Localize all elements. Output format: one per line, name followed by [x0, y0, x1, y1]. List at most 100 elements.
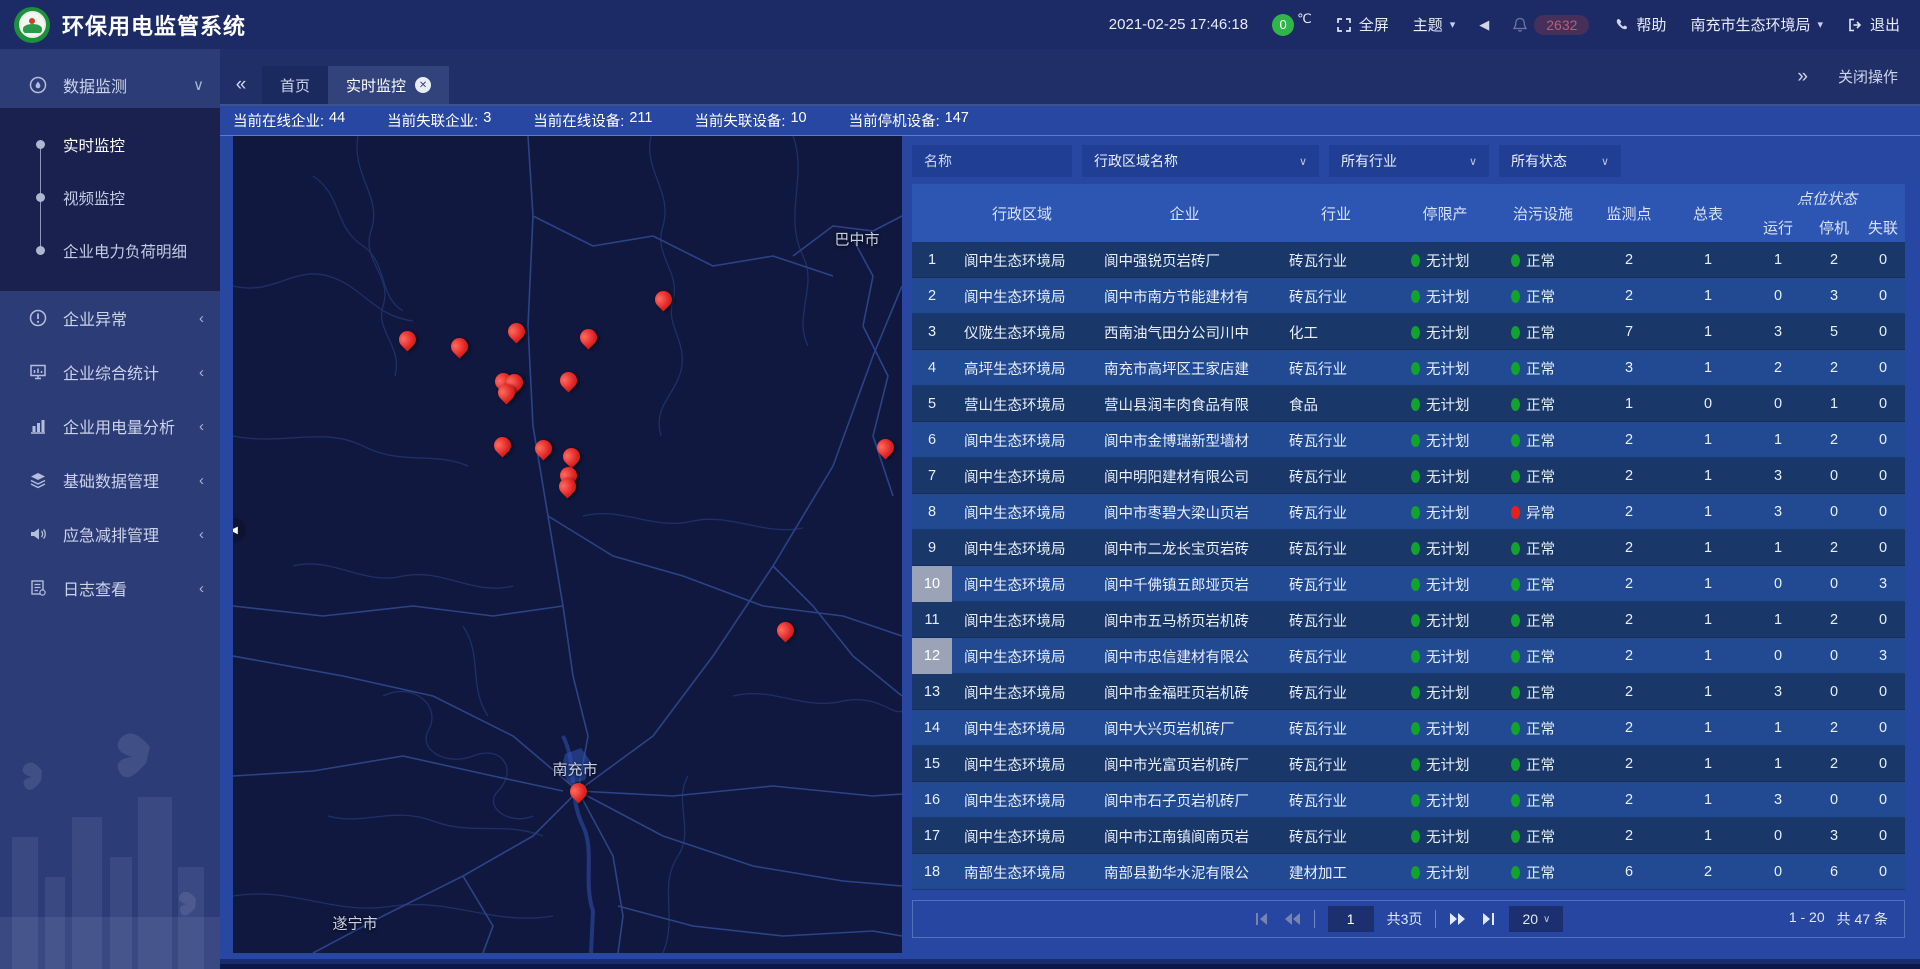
status-dot-icon — [1511, 578, 1520, 591]
cell-running: 1 — [1749, 432, 1807, 448]
page-number-input[interactable] — [1328, 906, 1374, 932]
cell-region: 仪陇生态环境局 — [952, 322, 1092, 343]
table-row[interactable]: 10 阆中生态环境局 阆中千佛镇五郎垭页岩 砖瓦行业 无计划 正常 2 1 0 … — [912, 566, 1905, 602]
mute-button[interactable]: ◀ — [1479, 17, 1489, 33]
table-row[interactable]: 2 阆中生态环境局 阆中市南方节能建材有 砖瓦行业 无计划 正常 2 1 0 3… — [912, 278, 1905, 314]
sidebar-item-power-load-detail[interactable]: 企业电力负荷明细 — [0, 224, 220, 277]
chevron-down-icon: ∨ — [193, 76, 204, 94]
tab-realtime-monitor[interactable]: 实时监控 ✕ — [328, 66, 449, 104]
fullscreen-button[interactable]: 全屏 — [1336, 14, 1389, 35]
theme-dropdown[interactable]: 主题 ▾ — [1413, 14, 1456, 35]
col-header-meters: 总表 — [1667, 184, 1749, 242]
table-row[interactable]: 18 南部生态环境局 南部县勤华水泥有限公 建材加工 无计划 正常 6 2 0 … — [912, 854, 1905, 890]
cell-meters: 0 — [1667, 396, 1749, 412]
cell-meters: 1 — [1667, 540, 1749, 556]
cell-points: 2 — [1591, 504, 1667, 520]
cell-limit-status: 无计划 — [1395, 358, 1495, 379]
sidebar-group-enterprise-stats[interactable]: 企业综合统计 ‹ — [0, 345, 220, 399]
table-row[interactable]: 4 高坪生态环境局 南充市高坪区王家店建 砖瓦行业 无计划 正常 3 1 2 2… — [912, 350, 1905, 386]
temperature-indicator: 0 ℃ — [1272, 14, 1312, 36]
cell-region: 阆中生态环境局 — [952, 574, 1092, 595]
status-dot-icon — [1411, 434, 1420, 447]
cell-points: 2 — [1591, 576, 1667, 592]
cell-pollution-status: 正常 — [1495, 682, 1591, 703]
col-header-offline: 失联 — [1861, 217, 1905, 238]
cell-pollution-status: 正常 — [1495, 610, 1591, 631]
table-row[interactable]: 8 阆中生态环境局 阆中市枣碧大梁山页岩 砖瓦行业 无计划 异常 2 1 3 0… — [912, 494, 1905, 530]
table-row[interactable]: 6 阆中生态环境局 阆中市金博瑞新型墙材 砖瓦行业 无计划 正常 2 1 1 2… — [912, 422, 1905, 458]
table-row[interactable]: 14 阆中生态环境局 阆中大兴页岩机砖厂 砖瓦行业 无计划 正常 2 1 1 2… — [912, 710, 1905, 746]
cell-limit-status: 无计划 — [1395, 286, 1495, 307]
table-row[interactable]: 7 阆中生态环境局 阆中明阳建材有限公司 砖瓦行业 无计划 正常 2 1 3 0… — [912, 458, 1905, 494]
last-page-button[interactable] — [1480, 912, 1496, 926]
industry-filter-select[interactable]: 所有行业 ∨ — [1329, 145, 1489, 177]
table-header: 行政区域 企业 行业 停限产 治污设施 监测点 总表 点位状态 运行 — [912, 184, 1905, 242]
cell-points: 6 — [1591, 864, 1667, 880]
prev-page-button[interactable] — [1283, 912, 1301, 926]
sidebar-group-emergency-reduction[interactable]: 应急减排管理 ‹ — [0, 507, 220, 561]
sidebar-item-video-monitor[interactable]: 视频监控 — [0, 171, 220, 224]
table-row[interactable]: 9 阆中生态环境局 阆中市二龙长宝页岩砖 砖瓦行业 无计划 正常 2 1 1 2… — [912, 530, 1905, 566]
cell-meters: 1 — [1667, 252, 1749, 268]
table-row[interactable]: 12 阆中生态环境局 阆中市忠信建材有限公 砖瓦行业 无计划 正常 2 1 0 … — [912, 638, 1905, 674]
status-dot-icon — [1411, 830, 1420, 843]
cell-running: 0 — [1749, 396, 1807, 412]
sidebar-item-realtime-monitor[interactable]: 实时监控 — [0, 118, 220, 171]
tab-home[interactable]: 首页 — [262, 66, 328, 104]
row-index: 18 — [912, 854, 952, 890]
sidebar-group-enterprise-abnormal[interactable]: 企业异常 ‹ — [0, 291, 220, 345]
cell-region: 阆中生态环境局 — [952, 430, 1092, 451]
cell-pollution-status: 正常 — [1495, 862, 1591, 883]
top-header: 环保用电监管系统 2021-02-25 17:46:18 0 ℃ 全屏 主题 ▾… — [0, 0, 1920, 49]
sidebar-group-power-analysis[interactable]: 企业用电量分析 ‹ — [0, 399, 220, 453]
table-row[interactable]: 17 阆中生态环境局 阆中市江南镇阆南页岩 砖瓦行业 无计划 正常 2 1 0 … — [912, 818, 1905, 854]
cell-stopped: 1 — [1807, 396, 1861, 412]
help-button[interactable]: 帮助 — [1613, 14, 1666, 35]
cell-industry: 砖瓦行业 — [1277, 646, 1395, 667]
cell-pollution-status: 正常 — [1495, 250, 1591, 271]
status-filter-select[interactable]: 所有状态 ∨ — [1499, 145, 1621, 177]
stat-value: 147 — [945, 110, 969, 131]
status-dot-icon — [1411, 506, 1420, 519]
cell-region: 阆中生态环境局 — [952, 610, 1092, 631]
page-size-select[interactable]: 20 ∨ — [1509, 906, 1563, 932]
first-page-button[interactable] — [1254, 912, 1270, 926]
bar-chart-icon — [26, 416, 50, 436]
table-row[interactable]: 5 营山生态环境局 营山县润丰肉食品有限 食品 无计划 正常 1 0 0 1 0 — [912, 386, 1905, 422]
table-row[interactable]: 16 阆中生态环境局 阆中市石子页岩机砖厂 砖瓦行业 无计划 正常 2 1 3 … — [912, 782, 1905, 818]
close-operations-button[interactable]: 关闭操作 — [1838, 66, 1898, 87]
sidebar-submenu: 实时监控 视频监控 企业电力负荷明细 — [0, 108, 220, 291]
cell-industry: 建材加工 — [1277, 862, 1395, 883]
name-filter-input[interactable] — [912, 145, 1072, 177]
cell-offline: 0 — [1861, 252, 1905, 268]
table-row[interactable]: 13 阆中生态环境局 阆中市金福旺页岩机砖 砖瓦行业 无计划 正常 2 1 3 … — [912, 674, 1905, 710]
tabs-scroll-right-button[interactable]: » — [1797, 66, 1808, 88]
cell-company: 南部县勤华水泥有限公 — [1092, 862, 1277, 883]
notifications-button[interactable]: 2632 — [1513, 15, 1589, 35]
region-filter-select[interactable]: 行政区域名称 ∨ — [1082, 145, 1319, 177]
cell-stopped: 0 — [1807, 648, 1861, 664]
cell-company: 阆中市五马桥页岩机砖 — [1092, 610, 1277, 631]
cell-offline: 3 — [1861, 648, 1905, 664]
table-row[interactable]: 11 阆中生态环境局 阆中市五马桥页岩机砖 砖瓦行业 无计划 正常 2 1 1 … — [912, 602, 1905, 638]
collapse-left-icon: ◀ — [233, 525, 238, 536]
org-dropdown[interactable]: 南充市生态环境局 ▾ — [1690, 14, 1823, 35]
next-page-button[interactable] — [1449, 912, 1467, 926]
logout-button[interactable]: 退出 — [1847, 14, 1900, 35]
tabs-scroll-left-button[interactable]: « — [220, 66, 262, 104]
cell-region: 高坪生态环境局 — [952, 358, 1092, 379]
cell-stopped: 3 — [1807, 828, 1861, 844]
map-panel[interactable]: ◀ 巴中市南充市遂宁市 — [233, 136, 902, 953]
sidebar-group-base-data[interactable]: 基础数据管理 ‹ — [0, 453, 220, 507]
sidebar-group-data-monitoring[interactable]: 数据监测 ∨ — [0, 61, 220, 108]
table-row[interactable]: 3 仪陇生态环境局 西南油气田分公司川中 化工 无计划 正常 7 1 3 5 0 — [912, 314, 1905, 350]
cell-limit-status: 无计划 — [1395, 322, 1495, 343]
table-row[interactable]: 1 阆中生态环境局 阆中强锐页岩砖厂 砖瓦行业 无计划 正常 2 1 1 2 0 — [912, 242, 1905, 278]
tab-close-icon[interactable]: ✕ — [415, 77, 431, 93]
cell-region: 阆中生态环境局 — [952, 754, 1092, 775]
status-dot-icon — [1411, 650, 1420, 663]
row-index: 13 — [912, 674, 952, 710]
table-row[interactable]: 15 阆中生态环境局 阆中市光富页岩机砖厂 砖瓦行业 无计划 正常 2 1 1 … — [912, 746, 1905, 782]
sidebar-group-log-view[interactable]: 日志查看 ‹ — [0, 561, 220, 615]
cell-limit-status: 无计划 — [1395, 754, 1495, 775]
